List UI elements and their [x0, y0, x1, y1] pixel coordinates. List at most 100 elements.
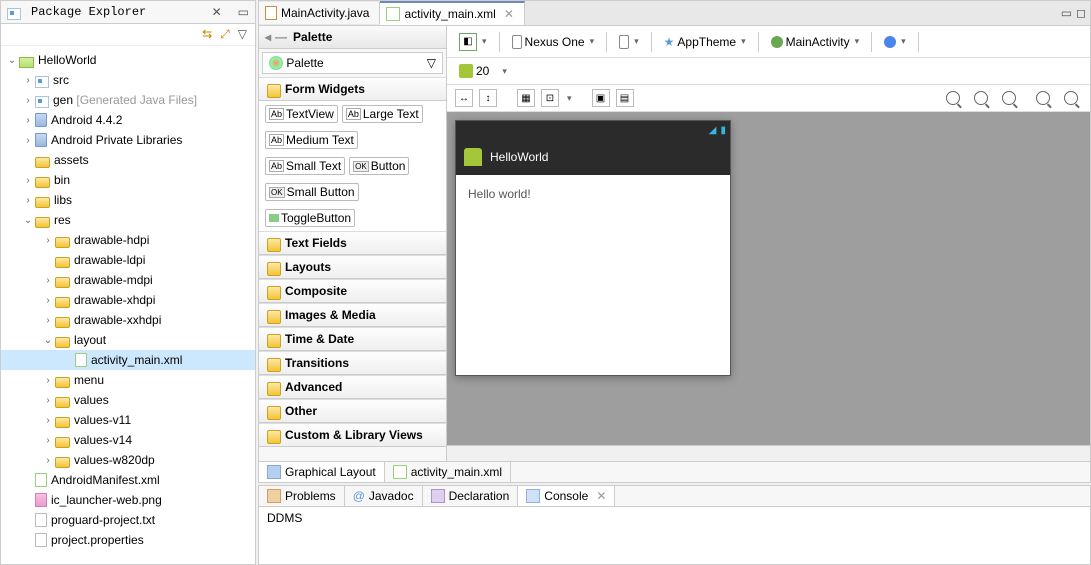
src-node[interactable]: ›src — [1, 70, 255, 90]
tab-console[interactable]: Console✕ — [518, 486, 615, 506]
tab-activity-main-xml[interactable]: activity_main.xml✕ — [380, 1, 524, 25]
values-v14-node[interactable]: ›values-v14 — [1, 430, 255, 450]
zoom-out-button[interactable] — [1032, 89, 1054, 107]
widget-large-text[interactable]: AbLarge Text — [342, 105, 423, 123]
palette-cat-custom[interactable]: Custom & Library Views — [259, 423, 446, 447]
device-preview[interactable]: ◢▮ HelloWorld Hello world! — [455, 120, 731, 376]
app-content[interactable]: Hello world! — [456, 175, 730, 375]
close-icon[interactable]: ✕ — [596, 489, 606, 503]
palette-cat-transitions[interactable]: Transitions — [259, 351, 446, 375]
drawable-ldpi-node[interactable]: drawable-ldpi — [1, 250, 255, 270]
zoom-fit-button[interactable] — [942, 89, 964, 107]
folder-icon — [55, 237, 70, 248]
palette-cat-composite[interactable]: Composite — [259, 279, 446, 303]
zoom-in-button[interactable] — [1060, 89, 1082, 107]
project-node[interactable]: ⌄HelloWorld — [1, 50, 255, 70]
proguard-node[interactable]: proguard-project.txt — [1, 510, 255, 530]
values-node[interactable]: ›values — [1, 390, 255, 410]
project-tree[interactable]: ⌄HelloWorld ›src ›gen [Generated Java Fi… — [1, 46, 255, 564]
bin-node[interactable]: ›bin — [1, 170, 255, 190]
widget-small-button[interactable]: OKSmall Button — [259, 179, 446, 205]
palette-cat-other[interactable]: Other — [259, 399, 446, 423]
node-label: values-v14 — [74, 433, 132, 447]
design-canvas[interactable]: ◢▮ HelloWorld Hello world! — [447, 112, 1090, 445]
zoom-100-button[interactable] — [970, 89, 992, 107]
tab-main-activity[interactable]: MainActivity.java — [259, 2, 380, 24]
minimize-icon[interactable]: ▭ — [238, 5, 249, 19]
drawable-xxhdpi-node[interactable]: ›drawable-xxhdpi — [1, 310, 255, 330]
values-w820dp-node[interactable]: ›values-w820dp — [1, 450, 255, 470]
package-explorer-tab[interactable]: Package Explorer ✕ ▭ — [1, 1, 255, 24]
outline-button[interactable]: ▣ — [592, 89, 610, 107]
widget-button[interactable]: OKButton — [349, 157, 409, 175]
drawable-mdpi-node[interactable]: ›drawable-mdpi — [1, 270, 255, 290]
close-icon[interactable]: ✕ — [212, 5, 222, 19]
palette-cat-images[interactable]: Images & Media — [259, 303, 446, 327]
activity-main-xml-node[interactable]: activity_main.xml — [1, 350, 255, 370]
widget-medium-text[interactable]: AbMedium Text — [259, 127, 446, 153]
maximize-editor-icon[interactable]: ◻ — [1076, 6, 1086, 20]
tab-label: Javadoc — [369, 489, 414, 503]
widget-textview-row[interactable]: AbTextView AbLarge Text — [259, 101, 446, 127]
layout-actions-button[interactable]: ▤ — [616, 89, 634, 107]
node-label: Android 4.4.2 — [51, 113, 122, 127]
emulate-button[interactable]: ▦ — [517, 89, 535, 107]
toggle-height-button[interactable]: ↕ — [479, 89, 497, 107]
private-libs-node[interactable]: ›Android Private Libraries — [1, 130, 255, 150]
palette-cat-form-widgets[interactable]: Form Widgets — [259, 77, 446, 101]
manifest-node[interactable]: AndroidManifest.xml — [1, 470, 255, 490]
toggle-width-button[interactable]: ↔ — [455, 89, 473, 107]
clip-button[interactable]: ⊡ — [541, 89, 559, 107]
close-tab-icon[interactable]: ✕ — [504, 7, 514, 21]
api-level-selector[interactable]: 20▾ — [455, 62, 511, 80]
node-label: menu — [74, 373, 104, 387]
tab-javadoc[interactable]: @Javadoc — [345, 486, 423, 506]
palette-selector[interactable]: Palette▽ — [262, 52, 443, 74]
hello-text[interactable]: Hello world! — [468, 187, 531, 201]
values-v11-node[interactable]: ›values-v11 — [1, 410, 255, 430]
minimize-editor-icon[interactable]: ▭ — [1061, 6, 1072, 20]
tab-declaration[interactable]: Declaration — [423, 486, 519, 506]
drawable-xhdpi-node[interactable]: ›drawable-xhdpi — [1, 290, 255, 310]
tab-graphical-layout[interactable]: Graphical Layout — [259, 462, 385, 482]
node-label: res — [54, 213, 71, 227]
device-selector[interactable]: Nexus One▾ — [508, 33, 599, 51]
theme-selector[interactable]: ★AppTheme▾ — [660, 33, 750, 51]
node-label: src — [53, 73, 69, 87]
cat-label: Time & Date — [285, 332, 354, 346]
node-label: ic_launcher-web.png — [51, 493, 162, 507]
layout-node[interactable]: ⌄layout — [1, 330, 255, 350]
library-icon — [35, 133, 47, 147]
globe-icon — [884, 36, 896, 48]
widget-small-text[interactable]: AbSmall Text — [265, 157, 345, 175]
zoom-actual-button[interactable] — [998, 89, 1020, 107]
widget-toggle-button[interactable]: ToggleButton — [259, 205, 446, 231]
widget-smalltext-row[interactable]: AbSmall Text OKButton — [259, 153, 446, 179]
gen-node[interactable]: ›gen [Generated Java Files] — [1, 90, 255, 110]
view-menu-icon[interactable]: ▽ — [238, 27, 247, 42]
palette-cat-time-date[interactable]: Time & Date — [259, 327, 446, 351]
orientation-button[interactable]: ▾ — [615, 33, 643, 51]
widget-textview[interactable]: AbTextView — [265, 105, 338, 123]
locale-selector[interactable]: ▾ — [880, 34, 910, 50]
palette-cat-advanced[interactable]: Advanced — [259, 375, 446, 399]
console-output[interactable]: DDMS — [259, 507, 1090, 564]
palette-cat-text-fields[interactable]: Text Fields — [259, 231, 446, 255]
android-lib-node[interactable]: ›Android 4.4.2 — [1, 110, 255, 130]
config-dropdown-button[interactable]: ◧▾ — [455, 31, 491, 53]
res-node[interactable]: ⌄res — [1, 210, 255, 230]
palette-cat-layouts[interactable]: Layouts — [259, 255, 446, 279]
link-editor-icon[interactable]: ⤢ — [220, 27, 230, 42]
horizontal-scrollbar[interactable] — [447, 445, 1090, 461]
drawable-hdpi-node[interactable]: ›drawable-hdpi — [1, 230, 255, 250]
libs-node[interactable]: ›libs — [1, 190, 255, 210]
project-properties-node[interactable]: project.properties — [1, 530, 255, 550]
tab-xml-source[interactable]: activity_main.xml — [385, 462, 511, 482]
tab-problems[interactable]: Problems — [259, 486, 345, 506]
zoom-out-icon — [1036, 91, 1050, 105]
activity-selector[interactable]: MainActivity▾ — [767, 33, 864, 51]
menu-node[interactable]: ›menu — [1, 370, 255, 390]
assets-node[interactable]: assets — [1, 150, 255, 170]
launcher-png-node[interactable]: ic_launcher-web.png — [1, 490, 255, 510]
collapse-all-icon[interactable]: ⇆ — [202, 27, 212, 42]
